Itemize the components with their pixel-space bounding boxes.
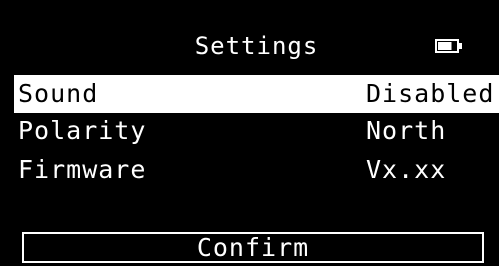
setting-value: Disabled bbox=[366, 79, 495, 108]
setting-row-firmware[interactable]: Firmware Vx.xx bbox=[14, 151, 499, 189]
confirm-button[interactable]: Confirm bbox=[22, 232, 484, 263]
setting-label: Polarity bbox=[18, 116, 147, 145]
battery-icon bbox=[435, 39, 462, 53]
setting-label: Sound bbox=[18, 79, 99, 108]
setting-label: Firmware bbox=[18, 155, 147, 184]
screen-title: Settings bbox=[194, 32, 319, 60]
header-bar: Settings bbox=[14, 12, 499, 74]
setting-row-polarity[interactable]: Polarity North bbox=[14, 112, 499, 150]
setting-value: North bbox=[366, 116, 447, 145]
setting-value: Vx.xx bbox=[366, 155, 447, 184]
device-screen: Settings Sound Disabled Polarity North F… bbox=[14, 12, 499, 266]
setting-row-sound[interactable]: Sound Disabled bbox=[14, 75, 499, 113]
